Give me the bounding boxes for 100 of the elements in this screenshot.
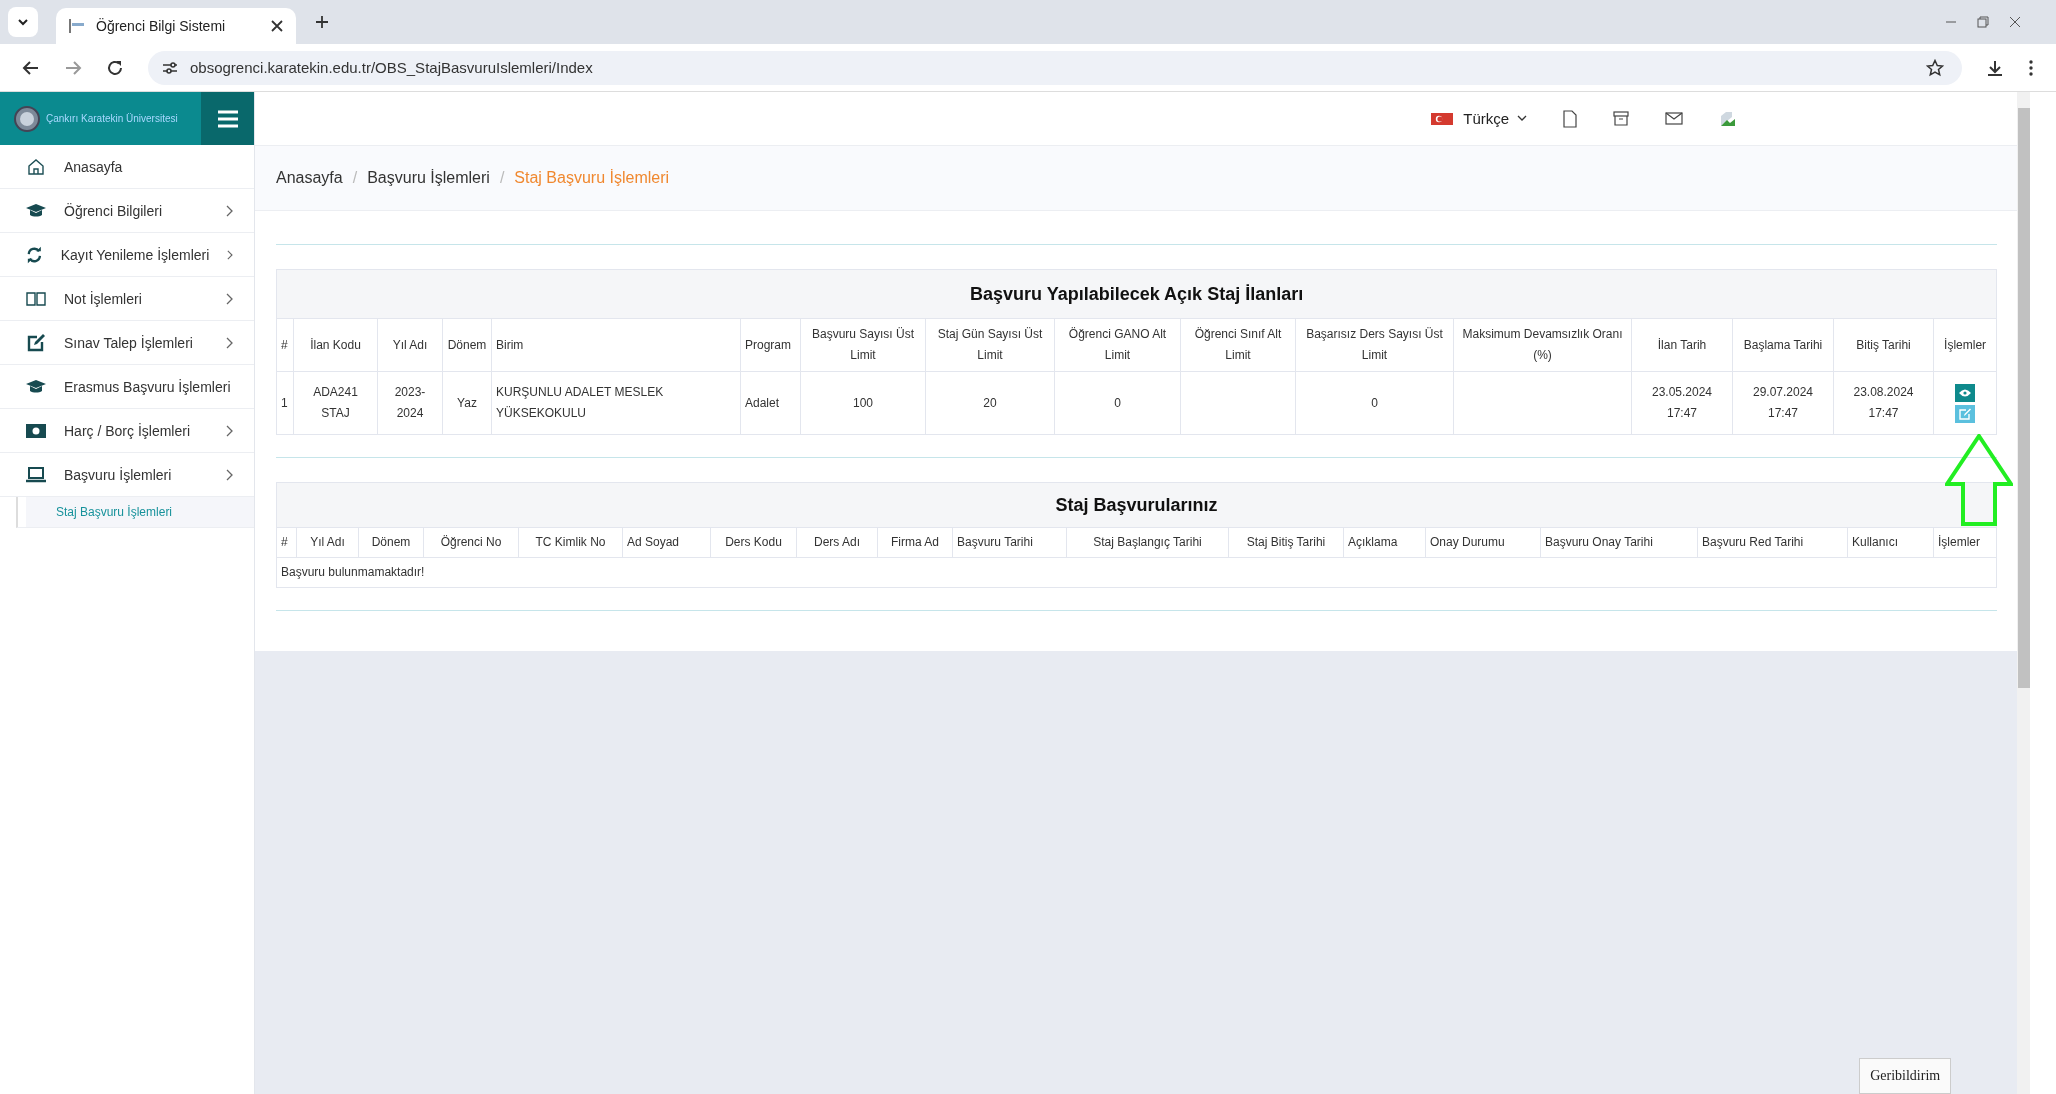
- url-text: obsogrenci.karatekin.edu.tr/OBS_StajBasvuruIslemleri/Index: [190, 59, 593, 76]
- column-header: Staj Gün Sayısı Üst Limit: [925, 318, 1055, 372]
- column-header: Dönem: [358, 527, 424, 558]
- chevron-right-icon: [226, 292, 234, 305]
- table-title: Başvuru Yapılabilecek Açık Staj İlanları: [276, 269, 1997, 319]
- table-cell: 0: [1054, 371, 1181, 435]
- feedback-button[interactable]: Geribildirim: [1859, 1058, 1952, 1094]
- column-header: Birim: [491, 318, 741, 372]
- table-cell: 23.05.2024 17:47: [1631, 371, 1733, 435]
- chevron-right-icon: [226, 424, 234, 437]
- column-header: Yıl Adı: [296, 527, 359, 558]
- refresh-icon: [26, 245, 43, 264]
- column-header: Başvuru Tarihi: [952, 527, 1067, 558]
- table-cell: 23.08.2024 17:47: [1833, 371, 1934, 435]
- column-header: Başvuru Red Tarihi: [1697, 527, 1848, 558]
- tab-title: Öğrenci Bilgi Sistemi: [96, 18, 227, 34]
- table-cell: Yaz: [442, 371, 492, 435]
- sidebar-item[interactable]: Öğrenci Bilgileri: [0, 189, 254, 233]
- sidebar-item[interactable]: Anasayfa: [0, 145, 254, 189]
- sidebar-item[interactable]: Erasmus Başvuru İşlemleri: [0, 365, 254, 409]
- restore-icon[interactable]: [1976, 15, 1990, 29]
- menu-icon: [216, 109, 239, 128]
- site-favicon-icon: [68, 18, 86, 34]
- table-cell: ADA241 STAJ: [293, 371, 378, 435]
- tab-list-button[interactable]: [8, 7, 38, 37]
- laptop-icon: [26, 466, 46, 483]
- breadcrumb-link[interactable]: Anasayfa: [276, 169, 343, 187]
- book-icon: [26, 290, 46, 307]
- chevron-right-icon: [226, 336, 234, 349]
- column-header: Açıklama: [1343, 527, 1426, 558]
- column-header: İşlemler: [1933, 318, 1997, 372]
- turkish-flag-icon: [1431, 112, 1454, 125]
- archive-icon[interactable]: [1613, 110, 1630, 127]
- breadcrumb-separator: /: [499, 169, 505, 187]
- close-icon[interactable]: [270, 19, 284, 33]
- forward-arrow-icon[interactable]: [64, 58, 82, 77]
- sidebar-item[interactable]: Kayıt Yenileme İşlemleri: [0, 233, 254, 277]
- column-header: İlan Kodu: [293, 318, 378, 372]
- view-button[interactable]: [1955, 383, 1976, 402]
- close-icon[interactable]: [2008, 15, 2022, 29]
- back-arrow-icon[interactable]: [22, 58, 40, 77]
- site-settings-icon[interactable]: [162, 59, 178, 76]
- logo-text: Çankırı Karatekin Üniversitesi: [46, 113, 178, 124]
- sidebar-item[interactable]: Harç / Borç İşlemleri: [0, 409, 254, 453]
- column-header: Staj Başlangıç Tarihi: [1066, 527, 1229, 558]
- column-header: Onay Durumu: [1425, 527, 1541, 558]
- table-cell: 100: [800, 371, 926, 435]
- column-header: İşlemler: [1933, 527, 1997, 558]
- column-header: Başvuru Sayısı Üst Limit: [800, 318, 926, 372]
- column-header: Başarısız Ders Sayısı Üst Limit: [1295, 318, 1454, 372]
- edit-icon: [26, 333, 46, 352]
- column-header: Maksimum Devamsızlık Oranı (%): [1453, 318, 1632, 372]
- chevron-right-icon: [226, 204, 234, 217]
- breadcrumb-separator: /: [352, 169, 358, 187]
- sidebar-subitem[interactable]: Staj Başvuru İşlemleri: [26, 497, 254, 527]
- home-icon: [26, 157, 46, 176]
- column-header: Ad Soyad: [622, 527, 711, 558]
- column-header: Öğrenci No: [423, 527, 519, 558]
- column-header: Başlama Tarihi: [1732, 318, 1834, 372]
- table-title: Staj Başvurularınız: [276, 482, 1997, 528]
- column-header: Başvuru Onay Tarihi: [1540, 527, 1698, 558]
- address-field[interactable]: obsogrenci.karatekin.edu.tr/OBS_StajBasvuruIslemleri/Index: [148, 50, 1962, 85]
- column-header: Firma Ad: [877, 527, 953, 558]
- browser-tab[interactable]: Öğrenci Bilgi Sistemi: [56, 8, 296, 44]
- graduation-cap-icon: [26, 378, 46, 395]
- graduation-cap-icon: [26, 202, 46, 219]
- chevron-down-icon: [1517, 115, 1528, 122]
- mail-icon[interactable]: [1665, 112, 1684, 125]
- university-logo-icon: [14, 105, 40, 132]
- table-cell: 20: [925, 371, 1055, 435]
- column-header: Öğrenci GANO Alt Limit: [1054, 318, 1181, 372]
- column-header: Program: [740, 318, 801, 372]
- table-cell: 29.07.2024 17:47: [1732, 371, 1834, 435]
- table-cell: 0: [1295, 371, 1454, 435]
- column-header: Kullanıcı: [1847, 527, 1934, 558]
- column-header: Dönem: [442, 318, 492, 372]
- column-header: #: [276, 318, 294, 372]
- document-icon[interactable]: [1563, 109, 1578, 128]
- download-icon[interactable]: [1986, 58, 2004, 77]
- chevron-right-icon: [227, 248, 234, 261]
- more-menu-icon[interactable]: [2028, 58, 2034, 77]
- menu-button[interactable]: [201, 92, 254, 145]
- column-header: İlan Tarih: [1631, 318, 1733, 372]
- column-header: Staj Bitiş Tarihi: [1228, 527, 1344, 558]
- scrollbar[interactable]: [2017, 92, 2030, 1094]
- star-icon[interactable]: [1926, 58, 1944, 77]
- column-header: #: [276, 527, 297, 558]
- column-header: Ders Adı: [796, 527, 878, 558]
- sidebar-item[interactable]: Sınav Talep İşlemleri: [0, 321, 254, 365]
- chevron-right-icon: [226, 468, 234, 481]
- language-dropdown[interactable]: Türkçe: [1463, 110, 1528, 127]
- broken-image-icon[interactable]: [1719, 109, 1738, 128]
- column-header: Öğrenci Sınıf Alt Limit: [1180, 318, 1296, 372]
- breadcrumb-link[interactable]: Başvuru İşlemleri: [367, 169, 490, 187]
- eye-icon: [1959, 388, 1972, 397]
- table-cell: Adalet: [740, 371, 801, 435]
- sidebar-item[interactable]: Not İşlemleri: [0, 277, 254, 321]
- reload-icon[interactable]: [106, 58, 124, 77]
- new-tab-icon[interactable]: [314, 14, 330, 30]
- column-header: Ders Kodu: [710, 527, 797, 558]
